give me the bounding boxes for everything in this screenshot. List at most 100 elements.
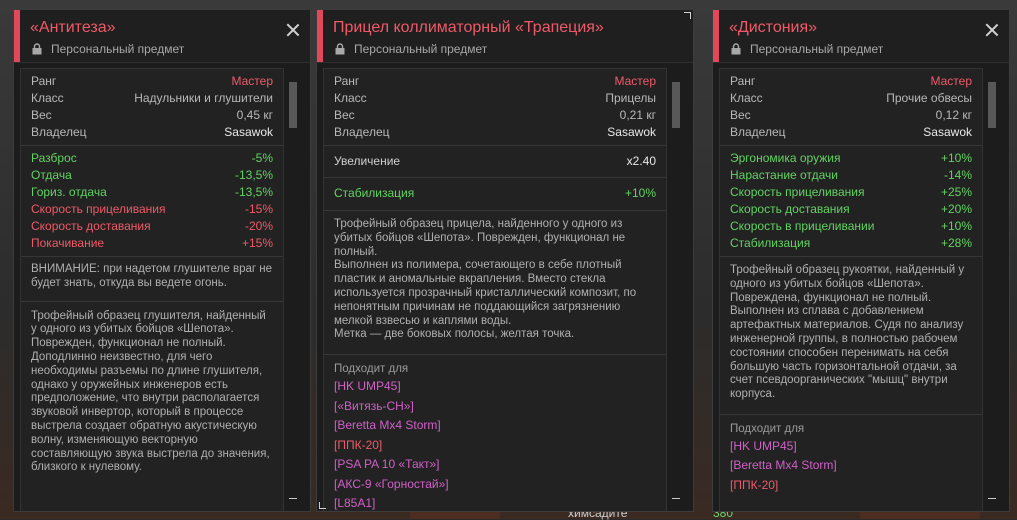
subtitle-text: Персональный предмет xyxy=(354,42,488,56)
stat-label: Разброс xyxy=(31,151,77,165)
stat-label: Класс xyxy=(334,91,367,105)
stat-row: Скорость доставания +20% xyxy=(730,201,972,218)
info-row: Владелец Sasawok xyxy=(31,124,273,141)
stat-row-magnification: Увеличение x2.40 xyxy=(334,153,656,170)
info-row: Ранг Мастер xyxy=(334,73,656,90)
stat-row: Скорость прицеливания +25% xyxy=(730,184,972,201)
stat-value: x2.40 xyxy=(626,154,656,168)
stat-value: -13,5% xyxy=(234,185,273,199)
stat-value: +25% xyxy=(940,185,972,199)
item-tooltip-distoniya: «Дистония» Персональный предмет Ранг Маст… xyxy=(712,9,1010,512)
scrollbar[interactable] xyxy=(286,68,300,511)
item-tooltip-trapeciya: Прицел коллиматорный «Трапеция» Персонал… xyxy=(316,9,694,512)
info-section: Ранг Мастер Класс Надульники и глушители Вес… xyxy=(21,69,283,146)
fits-header: Подходит для xyxy=(334,363,409,376)
item-title: Прицел коллиматорный «Трапеция» xyxy=(333,19,604,36)
stat-value: Мастер xyxy=(930,74,972,88)
stat-label: Владелец xyxy=(334,125,390,139)
item-title: «Антитеза» xyxy=(30,19,116,36)
info-row: Ранг Мастер xyxy=(31,73,273,90)
item-title: «Дистония» xyxy=(729,19,818,36)
stat-label: Скорость доставания xyxy=(730,202,850,216)
stat-value: -15% xyxy=(244,202,273,216)
stat-label: Скорость прицеливания xyxy=(31,202,166,216)
compatible-weapon-link[interactable]: [Beretta Mx4 Storm] xyxy=(334,416,656,436)
stat-value: +28% xyxy=(940,236,972,250)
compatible-weapon-link[interactable]: [«Витязь-СН»] xyxy=(334,397,656,417)
stats-section: Стабилизация +10% xyxy=(324,178,666,211)
stat-value: Sasawok xyxy=(607,125,656,139)
fits-header: Подходит для xyxy=(730,422,805,435)
lock-icon xyxy=(32,43,42,55)
tooltip-header: Прицел коллиматорный «Трапеция» Персонал… xyxy=(317,10,693,63)
stat-value: Прочие обвесы xyxy=(886,91,972,105)
stat-value: -5% xyxy=(251,151,273,165)
scrollbar-end xyxy=(988,497,996,499)
stat-label: Отдача xyxy=(31,168,72,182)
stat-value: Sasawok xyxy=(224,125,273,139)
compatible-weapon-link[interactable]: [HK UMP45] xyxy=(730,437,972,457)
compatible-weapon-link[interactable]: [Beretta Mx4 Storm] xyxy=(730,456,972,476)
compatible-weapon-link[interactable]: [ППК-20] xyxy=(334,436,656,456)
stat-label: Вес xyxy=(31,108,52,122)
lock-icon xyxy=(731,43,741,55)
item-subtitle: Персональный предмет xyxy=(32,42,184,56)
stat-value: +15% xyxy=(241,236,273,250)
scrollbar-thumb[interactable] xyxy=(672,82,680,128)
stat-value: 0,12 кг xyxy=(935,108,972,122)
window-corner-marker xyxy=(684,12,691,19)
stat-value: 0,21 кг xyxy=(619,108,656,122)
stat-label: Стабилизация xyxy=(730,236,811,250)
lock-icon xyxy=(335,43,345,55)
stat-row: Нарастание отдачи -14% xyxy=(730,167,972,184)
stat-value: +10% xyxy=(624,186,656,200)
scrollbar-thumb[interactable] xyxy=(988,82,996,128)
tooltip-content: Ранг Мастер Класс Прицелы Вес 0,21 кг Владелец… xyxy=(323,68,667,511)
info-row: Владелец Sasawok xyxy=(334,124,656,141)
info-section: Ранг Мастер Класс Прицелы Вес 0,21 кг Владелец… xyxy=(324,69,666,146)
item-description: Трофейный образец рукоятки, найденный у … xyxy=(720,257,982,415)
stat-row: Стабилизация +10% xyxy=(334,185,656,202)
stat-value: +10% xyxy=(940,219,972,233)
item-tooltip-antiteza: «Антитеза» Персональный предмет Ранг Маст… xyxy=(13,9,311,512)
warning-text: ВНИМАНИЕ: при надетом глушителе враг не … xyxy=(21,257,283,302)
fits-list: [HK UMP45] [Beretta Mx4 Storm] [ППК-20] xyxy=(730,437,972,496)
stat-row: Скорость доставания -20% xyxy=(31,218,273,235)
stat-label: Нарастание отдачи xyxy=(730,168,838,182)
stat-label: Гориз. отдача xyxy=(31,185,107,199)
tooltip-header: «Антитеза» Персональный предмет xyxy=(14,10,310,63)
info-row: Вес 0,45 кг xyxy=(31,107,273,124)
stat-value: Sasawok xyxy=(923,125,972,139)
stat-label: Ранг xyxy=(730,74,756,88)
close-icon[interactable] xyxy=(985,23,999,37)
stat-value: Прицелы xyxy=(605,91,656,105)
info-row: Ранг Мастер xyxy=(730,73,972,90)
scrollbar-thumb[interactable] xyxy=(289,82,297,128)
stats-section: Эргономика оружия +10% Нарастание отдачи -1… xyxy=(720,146,982,257)
scrollbar-end xyxy=(672,497,680,499)
compatible-weapon-link[interactable]: [HK UMP45] xyxy=(334,377,656,397)
stat-label: Стабилизация xyxy=(334,186,415,200)
rarity-accent-bar xyxy=(713,10,719,62)
tooltip-content: Ранг Мастер Класс Прочие обвесы Вес 0,12 кг Вл… xyxy=(719,68,983,511)
stat-label: Скорость прицеливания xyxy=(730,185,865,199)
stat-label: Ранг xyxy=(31,74,57,88)
stat-value: Мастер xyxy=(231,74,273,88)
fits-section: Подходит для [HK UMP45] [«Витязь-СН»] [Ber… xyxy=(324,355,666,511)
stat-label: Эргономика оружия xyxy=(730,151,841,165)
stat-row: Скорость в прицеливании +10% xyxy=(730,218,972,235)
close-icon[interactable] xyxy=(286,23,300,37)
scrollbar[interactable] xyxy=(669,68,683,511)
stat-value: Мастер xyxy=(614,74,656,88)
stat-value: -20% xyxy=(244,219,273,233)
stat-label: Увеличение xyxy=(334,154,401,168)
info-row: Владелец Sasawok xyxy=(730,124,972,141)
compatible-weapon-link[interactable]: [АКС-9 «Горностай»] xyxy=(334,475,656,495)
scrollbar[interactable] xyxy=(985,68,999,511)
item-description: Трофейный образец глушителя, найденный у… xyxy=(31,309,270,474)
info-section: Ранг Мастер Класс Прочие обвесы Вес 0,12 кг Вл… xyxy=(720,69,982,146)
compatible-weapon-link[interactable]: [L85A1] xyxy=(334,494,656,511)
compatible-weapon-link[interactable]: [PSA PA 10 «Такт»] xyxy=(334,455,656,475)
stat-label: Скорость в прицеливании xyxy=(730,219,875,233)
compatible-weapon-link[interactable]: [ППК-20] xyxy=(730,476,972,496)
